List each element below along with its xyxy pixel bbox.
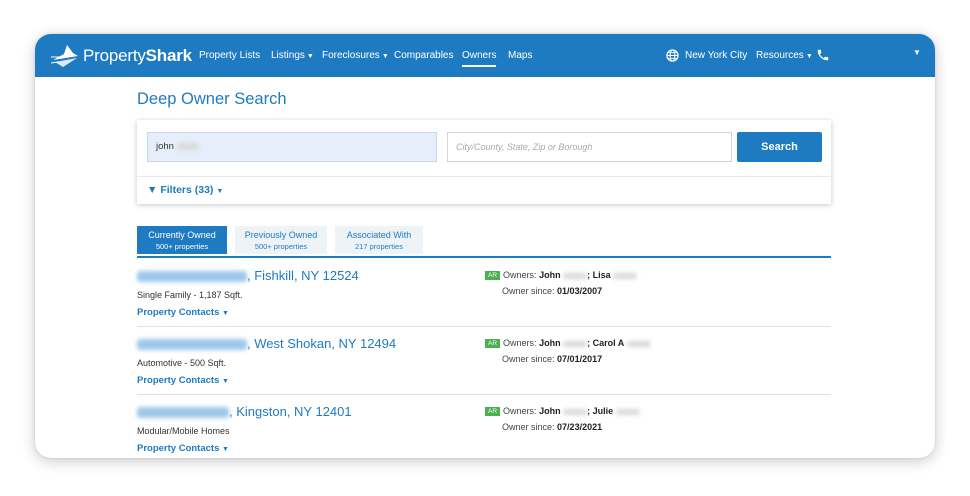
- chevron-down-icon: ▼: [306, 53, 314, 60]
- result-row: , West Shokan, NY 12494 Automotive - 500…: [137, 326, 831, 395]
- chevron-down-icon: ▼: [222, 446, 229, 453]
- chevron-down-icon: ▼: [216, 188, 224, 195]
- redacted-text: [626, 340, 651, 347]
- ownership-tabs: Currently Owned 500+ properties Previous…: [137, 226, 831, 258]
- nav-listings[interactable]: Listings ▼: [271, 50, 314, 61]
- property-type: Single Family - 1,187 Sqft.: [137, 290, 243, 300]
- redacted-text: [563, 272, 588, 279]
- result-row: , Kingston, NY 12401 Modular/Mobile Home…: [137, 394, 831, 458]
- nav-comparables[interactable]: Comparables: [394, 50, 453, 61]
- tab-currently-owned[interactable]: Currently Owned 500+ properties: [137, 226, 227, 254]
- ar-badge: AR: [485, 407, 501, 416]
- nav-maps[interactable]: Maps: [508, 50, 532, 61]
- redacted-text: [176, 142, 199, 150]
- shark-logo-icon: [51, 43, 81, 69]
- tab-associated-with[interactable]: Associated With 217 properties: [335, 226, 423, 254]
- property-type: Automotive - 500 Sqft.: [137, 358, 227, 368]
- redacted-text: [137, 339, 247, 351]
- location-selector[interactable]: New York City: [685, 50, 747, 61]
- nav-owners[interactable]: Owners: [462, 50, 497, 67]
- owners-info: AR Owners: John ; Lisa: [485, 270, 638, 280]
- ar-badge: AR: [485, 339, 501, 348]
- property-type: Modular/Mobile Homes: [137, 426, 230, 436]
- property-contacts-toggle[interactable]: Property Contacts ▼: [137, 443, 229, 454]
- redacted-text: [137, 407, 229, 419]
- owners-info: AR Owners: John ; Julie: [485, 406, 640, 416]
- phone-icon[interactable]: [816, 48, 830, 67]
- account-menu-chevron-icon[interactable]: ▼: [913, 48, 921, 57]
- chevron-down-icon: ▼: [222, 310, 229, 317]
- result-row: , Fishkill, NY 12524 Single Family - 1,1…: [137, 258, 831, 327]
- brand-name: PropertyShark: [83, 46, 192, 65]
- owner-since: Owner since: 01/03/2007: [502, 286, 603, 296]
- owners-info: AR Owners: John ; Carol A: [485, 338, 651, 348]
- redacted-text: [563, 408, 588, 415]
- search-panel: john City/County, State, Zip or Borough …: [137, 120, 831, 204]
- nav-resources[interactable]: Resources ▼: [756, 50, 813, 61]
- nav-property-lists[interactable]: Property Lists: [199, 50, 260, 61]
- nav-foreclosures[interactable]: Foreclosures ▼: [322, 50, 389, 61]
- filter-icon: ▼: [147, 184, 158, 196]
- page-title: Deep Owner Search: [137, 90, 287, 108]
- redacted-text: [137, 271, 247, 283]
- owner-since: Owner since: 07/01/2017: [502, 354, 603, 364]
- ar-badge: AR: [485, 271, 501, 280]
- filters-toggle[interactable]: ▼ Filters (33) ▼: [147, 184, 223, 196]
- browser-window: PropertyShark Property Lists Listings ▼ F…: [35, 34, 935, 458]
- globe-icon: [666, 49, 679, 67]
- tab-previously-owned[interactable]: Previously Owned 500+ properties: [235, 226, 327, 254]
- search-button[interactable]: Search: [737, 132, 822, 162]
- property-address-link[interactable]: , West Shokan, NY 12494: [137, 336, 396, 351]
- top-nav: PropertyShark Property Lists Listings ▼ F…: [35, 34, 935, 77]
- logo[interactable]: PropertyShark: [51, 42, 192, 70]
- property-address-link[interactable]: , Fishkill, NY 12524: [137, 268, 359, 283]
- location-input[interactable]: City/County, State, Zip or Borough: [447, 132, 732, 162]
- chevron-down-icon: ▼: [381, 53, 389, 60]
- divider: [137, 176, 831, 177]
- property-contacts-toggle[interactable]: Property Contacts ▼: [137, 307, 229, 318]
- property-address-link[interactable]: , Kingston, NY 12401: [137, 404, 352, 419]
- owner-since: Owner since: 07/23/2021: [502, 422, 603, 432]
- redacted-text: [563, 340, 588, 347]
- redacted-text: [615, 408, 640, 415]
- chevron-down-icon: ▼: [222, 378, 229, 385]
- property-contacts-toggle[interactable]: Property Contacts ▼: [137, 375, 229, 386]
- owner-name-input[interactable]: john: [147, 132, 437, 162]
- redacted-text: [613, 272, 638, 279]
- chevron-down-icon: ▼: [805, 53, 813, 60]
